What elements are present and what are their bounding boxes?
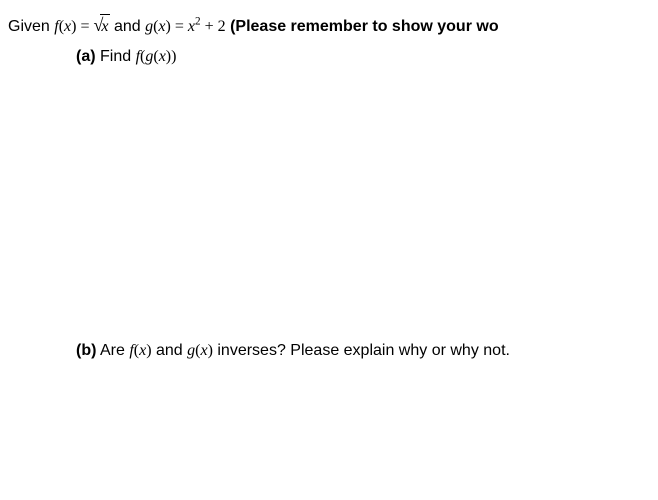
g-close-eq: ) = (166, 18, 188, 35)
part-b-g: g (187, 342, 195, 359)
and-text: and (110, 18, 146, 35)
g-arg-x: x (158, 18, 165, 35)
part-a-text: Find (96, 48, 136, 65)
sqrt-arg: x (100, 14, 109, 39)
part-a-x: x (159, 48, 166, 65)
reminder-text: (Please remember to show your wo (226, 18, 499, 35)
part-b-text2: inverses? Please explain why or why not. (213, 342, 510, 359)
part-b-label: (b) (76, 342, 96, 359)
g-rhs-tail: + 2 (201, 18, 226, 35)
part-a-line: (a) Find f(g(x)) (76, 45, 650, 69)
g-rhs-x: x (188, 18, 195, 35)
g-symbol: g (145, 18, 153, 35)
given-line: Given f(x) = √x and g(x) = x2 + 2 (Pleas… (8, 12, 650, 39)
given-prefix: Given (8, 18, 54, 35)
part-a-label: (a) (76, 48, 96, 65)
sqrt-expression: √x (94, 12, 110, 39)
part-b-g-x: x (200, 342, 207, 359)
part-b-text1: Are (96, 342, 129, 359)
f-close-eq: ) = (71, 18, 93, 35)
part-b-and: and (152, 342, 188, 359)
part-a-close: )) (166, 48, 177, 65)
part-b-line: (b) Are f(x) and g(x) inverses? Please e… (76, 339, 650, 363)
